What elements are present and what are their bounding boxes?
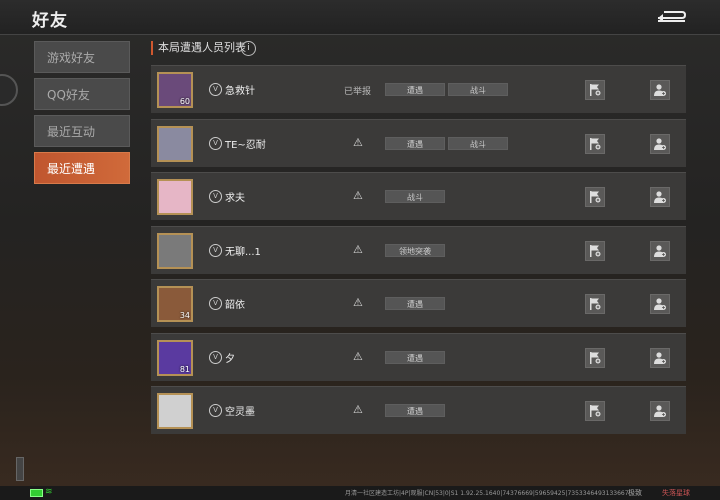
add-friend-button[interactable] xyxy=(650,187,670,207)
encounter-tag: 遭遇 xyxy=(385,350,445,364)
flag-icon xyxy=(590,84,601,96)
sidebar-item-recent-interactions[interactable]: 最近互动 xyxy=(34,115,130,147)
avatar[interactable]: 81 xyxy=(157,339,193,376)
avatar-level: 81 xyxy=(179,364,190,374)
page-title: 好友 xyxy=(32,11,68,31)
footer-bar: ≋ 月清一社区建造工坊|4P|观服|CN|53|0|S1 1.92.25.164… xyxy=(0,486,720,500)
flag-icon xyxy=(590,137,601,150)
list-title: 本局遭遇人员列表 xyxy=(151,41,246,55)
list-row: 34 V 韶依 ⚠ 遭遇 xyxy=(151,279,686,327)
add-friend-icon xyxy=(654,137,666,150)
report-warning-icon[interactable]: ⚠ xyxy=(353,136,363,149)
sidebar-item-game-friends[interactable]: 游戏好友 xyxy=(34,41,130,73)
avatar-level: 60 xyxy=(179,97,190,106)
sidebar: 游戏好友 QQ好友 最近互动 最近遭遇 xyxy=(34,41,130,189)
add-friend-icon xyxy=(654,84,666,96)
avatar[interactable] xyxy=(157,232,193,269)
list-row: 81 V 夕 ⚠ 遭遇 xyxy=(151,332,686,381)
report-warning-icon[interactable]: ⚠ xyxy=(353,243,363,256)
player-name: 夕 xyxy=(225,353,235,365)
encounter-tag: 遭遇 xyxy=(385,404,445,417)
encounter-tag: 遭遇 xyxy=(385,136,445,150)
add-friend-button[interactable] xyxy=(650,347,670,368)
player-name: 求夫 xyxy=(225,193,245,204)
report-flag-button[interactable] xyxy=(585,294,605,314)
verified-icon: V xyxy=(209,404,222,417)
report-flag-button[interactable] xyxy=(585,80,605,100)
info-icon[interactable]: i xyxy=(241,41,256,56)
battery-icon xyxy=(30,489,43,497)
report-warning-icon[interactable]: ⚠ xyxy=(353,189,363,202)
scroll-indicator[interactable] xyxy=(16,457,24,481)
flag-icon xyxy=(590,298,601,310)
player-name: TE~忍耐 xyxy=(225,139,266,151)
report-flag-button[interactable] xyxy=(585,187,605,207)
verified-icon: V xyxy=(209,350,222,364)
avatar[interactable] xyxy=(157,179,193,215)
avatar[interactable]: 34 xyxy=(157,286,193,322)
player-name: 急救针 xyxy=(225,86,255,97)
flag-icon xyxy=(590,191,601,203)
player-name: 空灵墨 xyxy=(225,407,255,418)
list-row: V 空灵墨 ⚠ 遭遇 xyxy=(151,386,686,434)
report-flag-button[interactable] xyxy=(585,347,605,368)
report-warning-icon[interactable]: ⚠ xyxy=(353,350,363,363)
flag-icon xyxy=(590,405,601,417)
avatar[interactable] xyxy=(157,393,193,429)
avatar[interactable]: 60 xyxy=(157,72,193,108)
verified-icon: V xyxy=(209,136,222,150)
report-flag-button[interactable] xyxy=(585,133,605,154)
avatar[interactable] xyxy=(157,125,193,162)
encounter-tag: 遭遇 xyxy=(385,297,445,310)
wifi-icon: ≋ xyxy=(45,487,53,497)
flag-icon xyxy=(590,351,601,364)
list-row: V 求夫 ⚠ 战斗 xyxy=(151,172,686,220)
player-name: 无聊...1 xyxy=(225,246,261,258)
add-friend-icon xyxy=(654,298,666,310)
encounter-tag: 遭遇 xyxy=(385,83,445,96)
player-name: 韶依 xyxy=(225,300,245,311)
report-flag-button[interactable] xyxy=(585,401,605,421)
footer-label-quality: 极致 xyxy=(628,489,642,497)
side-decoration xyxy=(0,74,18,106)
header-bar: 好友 xyxy=(0,0,720,35)
add-friend-button[interactable] xyxy=(650,240,670,261)
add-friend-icon xyxy=(654,405,666,417)
add-friend-icon xyxy=(654,351,666,364)
reported-label: 已举报 xyxy=(344,87,372,97)
footer-label-game: 失落星球 xyxy=(662,489,690,497)
report-warning-icon[interactable]: ⚠ xyxy=(353,403,363,416)
back-button[interactable] xyxy=(652,6,688,28)
add-friend-icon xyxy=(654,244,666,257)
encounter-tag: 战斗 xyxy=(385,190,445,203)
sidebar-item-qq-friends[interactable]: QQ好友 xyxy=(34,78,130,110)
flag-icon xyxy=(590,244,601,257)
add-friend-button[interactable] xyxy=(650,294,670,314)
add-friend-button[interactable] xyxy=(650,80,670,100)
back-arrow-icon xyxy=(658,11,687,22)
add-friend-button[interactable] xyxy=(650,401,670,421)
report-warning-icon[interactable]: ⚠ xyxy=(353,296,363,309)
list-row: V 无聊...1 ⚠ 领地突袭 xyxy=(151,225,686,274)
sidebar-item-recent-encounters[interactable]: 最近遭遇 xyxy=(34,152,130,184)
verified-icon: V xyxy=(209,243,222,257)
add-friend-icon xyxy=(654,191,666,203)
add-friend-button[interactable] xyxy=(650,133,670,154)
avatar-level: 34 xyxy=(179,311,190,320)
build-info: 月清一社区建造工坊|4P|观服|CN|53|0|S1 1.92.25.1640|… xyxy=(345,490,629,497)
verified-icon: V xyxy=(209,297,222,310)
encounter-list: 60 V 急救针 已举报 遭遇 战斗 V TE~忍耐 ⚠ 遭遇 战斗 V 求夫 ⚠ 战斗 V 无聊...1 ⚠ 领地… xyxy=(151,65,686,455)
encounter-tag: 战斗 xyxy=(448,136,508,150)
encounter-tag: 领地突袭 xyxy=(385,243,445,257)
report-flag-button[interactable] xyxy=(585,240,605,261)
list-row: V TE~忍耐 ⚠ 遭遇 战斗 xyxy=(151,118,686,167)
verified-icon: V xyxy=(209,190,222,203)
verified-icon: V xyxy=(209,83,222,96)
list-row: 60 V 急救针 已举报 遭遇 战斗 xyxy=(151,65,686,113)
encounter-tag: 战斗 xyxy=(448,83,508,96)
